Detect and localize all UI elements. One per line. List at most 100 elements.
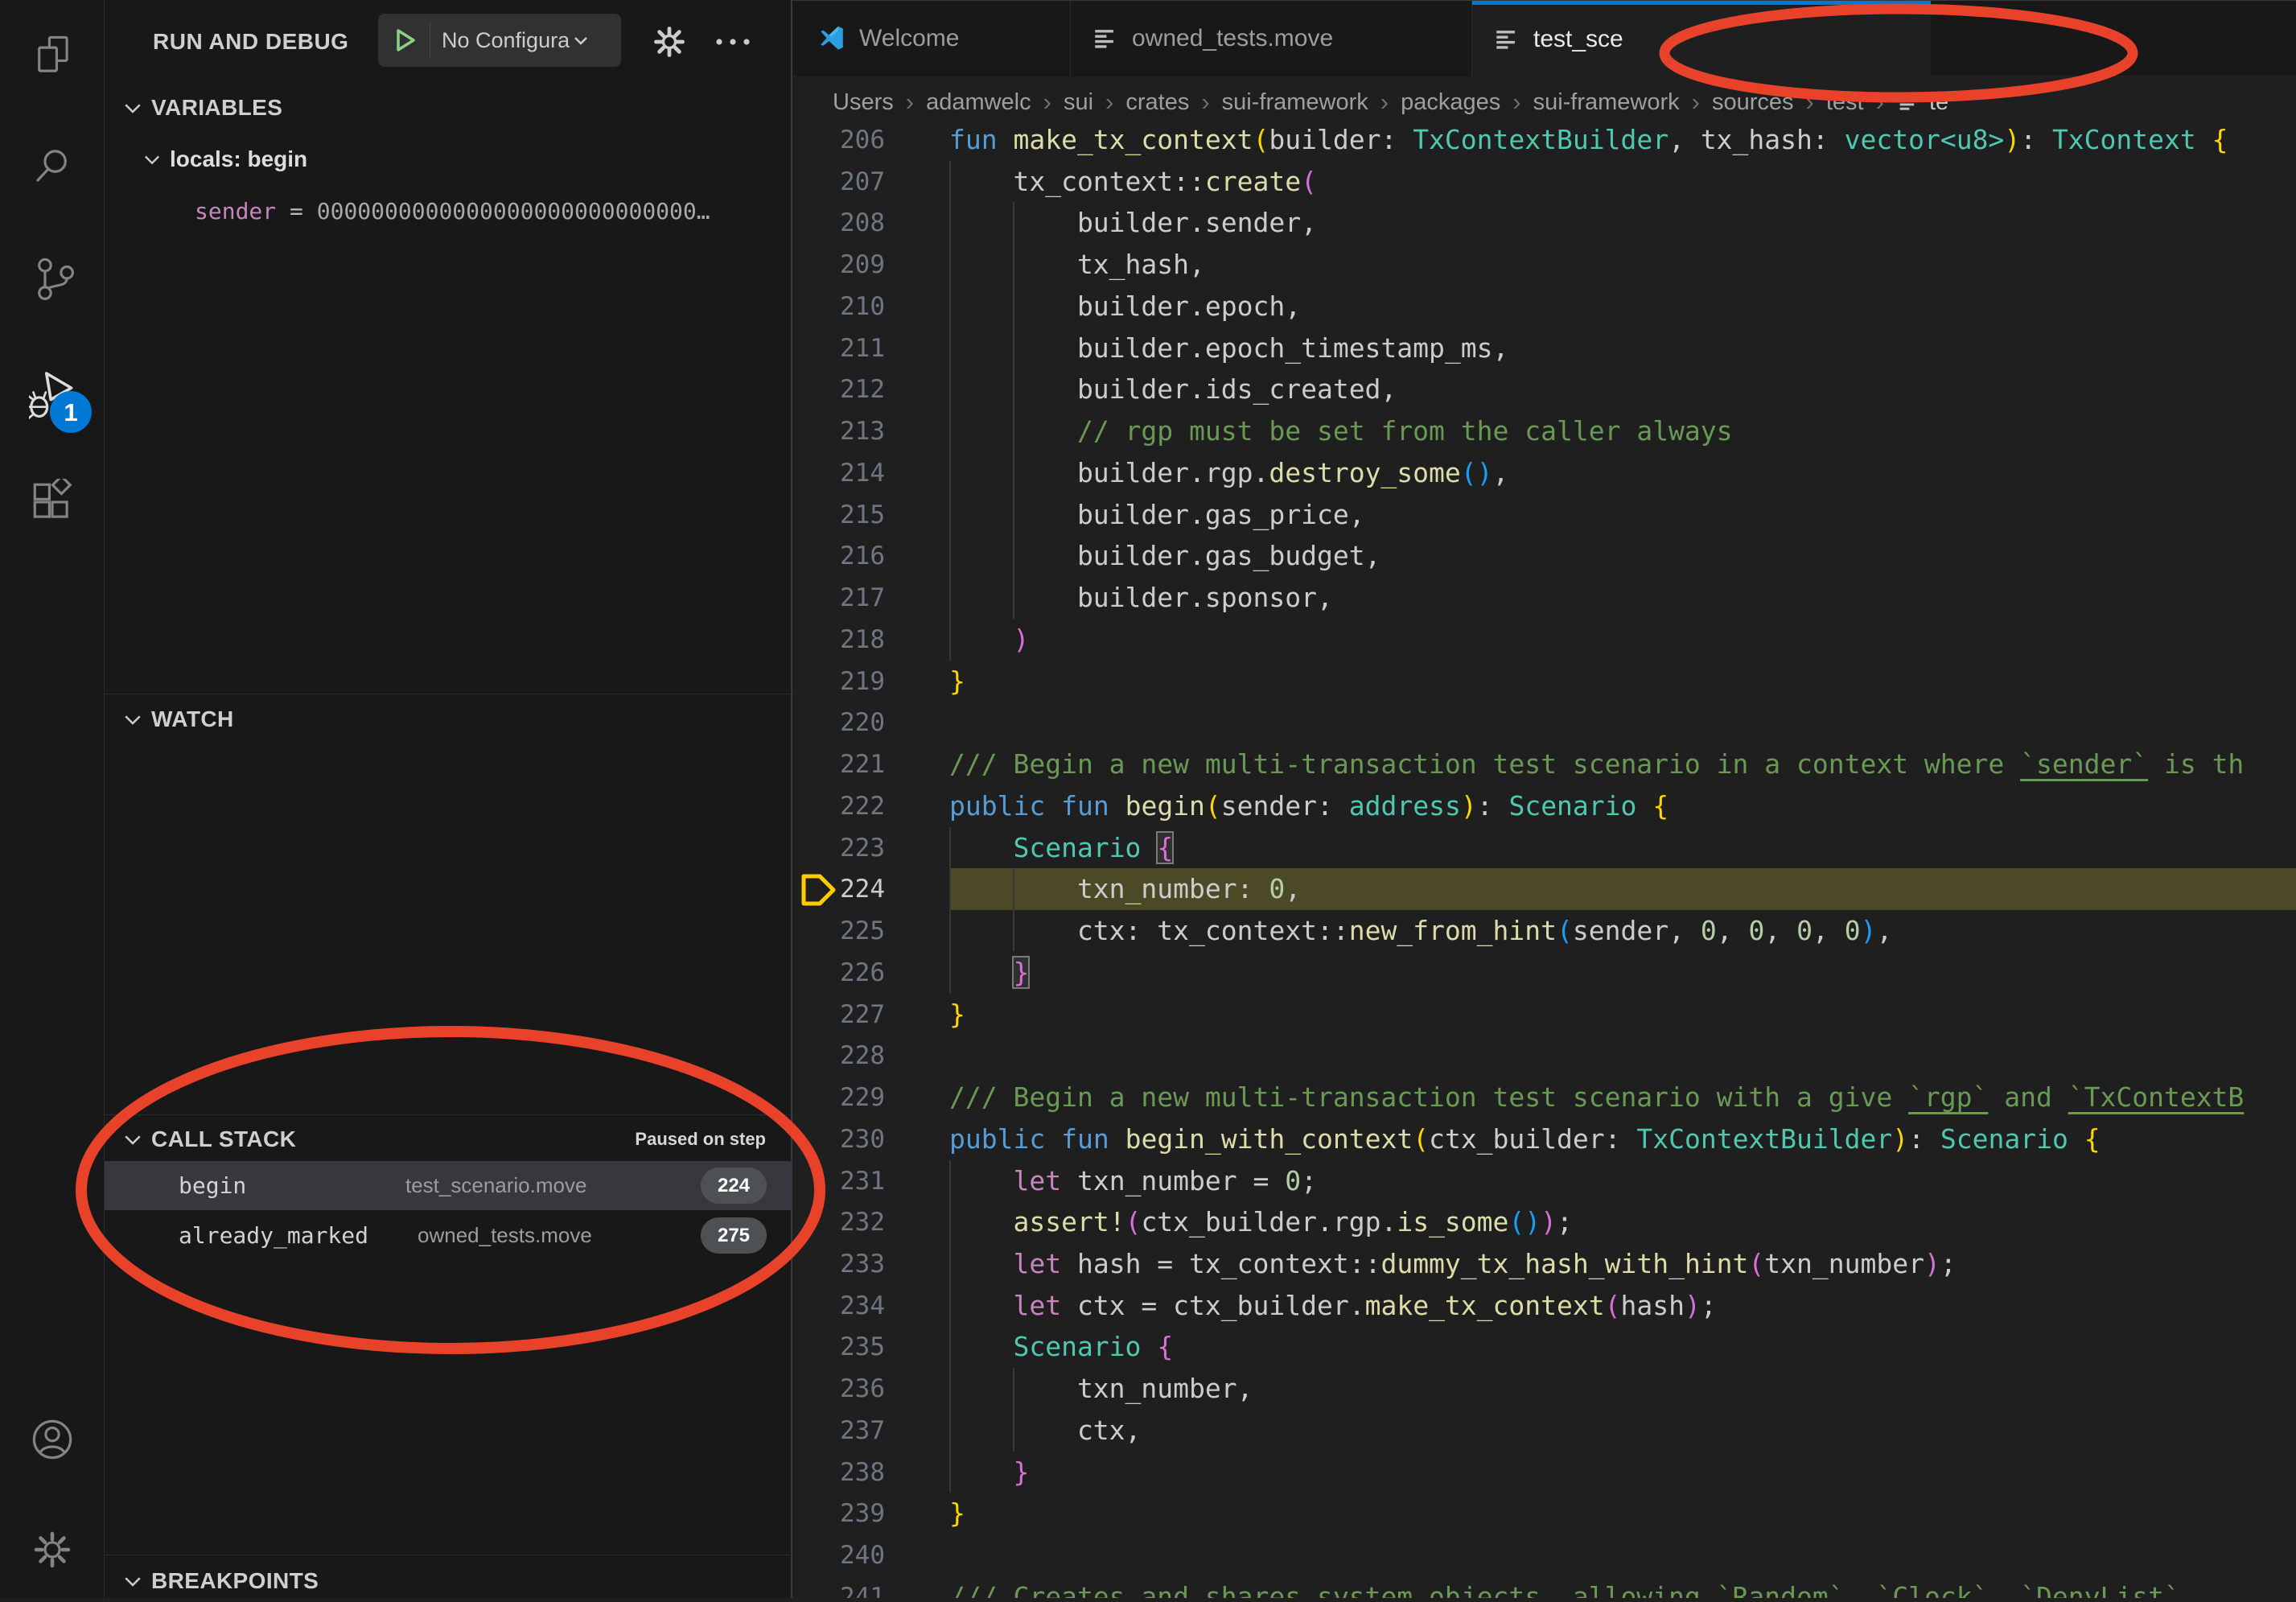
code-line[interactable]: 232 assert!(ctx_builder.rgp.is_some()); [792, 1201, 2296, 1243]
line-number[interactable]: 231 [792, 1160, 885, 1202]
call-stack-frame-already_marked[interactable]: already_markedowned_tests.move275 [105, 1211, 792, 1260]
code-line[interactable]: 219} [792, 661, 2296, 702]
code-line[interactable]: 237 ctx, [792, 1410, 2296, 1452]
code-line[interactable]: 233 let hash = tx_context::dummy_tx_hash… [792, 1243, 2296, 1285]
code-line[interactable]: 217 builder.sponsor, [792, 577, 2296, 619]
code-line[interactable]: 211 builder.epoch_timestamp_ms, [792, 327, 2296, 369]
code-line[interactable]: 229/// Begin a new multi-transaction tes… [792, 1077, 2296, 1118]
code-line[interactable]: 224 txn_number: 0, [792, 868, 2296, 910]
line-number[interactable]: 214 [792, 452, 885, 494]
watch-section-header[interactable]: WATCH [105, 698, 792, 740]
code-line[interactable]: 208 builder.sender, [792, 202, 2296, 244]
breadcrumb-item[interactable]: test [1826, 89, 1864, 116]
code-line[interactable]: 234 let ctx = ctx_builder.make_tx_contex… [792, 1285, 2296, 1327]
debug-config-dropdown[interactable]: No Configura [378, 14, 621, 67]
code-line[interactable]: 215 builder.gas_price, [792, 494, 2296, 536]
code-line[interactable]: 241/// Creates and shares system objects… [792, 1576, 2296, 1598]
line-number[interactable]: 229 [792, 1077, 885, 1118]
search-icon[interactable] [29, 142, 76, 189]
code-line[interactable]: 230public fun begin_with_context(ctx_bui… [792, 1118, 2296, 1160]
line-number[interactable]: 222 [792, 785, 885, 827]
code-line[interactable]: 207 tx_context::create( [792, 161, 2296, 203]
code-line[interactable]: 218 ) [792, 619, 2296, 661]
code-line[interactable]: 236 txn_number, [792, 1368, 2296, 1410]
breakpoints-section-header[interactable]: BREAKPOINTS [105, 1560, 792, 1602]
breadcrumb-item[interactable]: packages [1401, 89, 1500, 116]
code-line[interactable]: 212 builder.ids_created, [792, 369, 2296, 410]
line-number[interactable]: 232 [792, 1201, 885, 1243]
line-number[interactable]: 236 [792, 1368, 885, 1410]
line-number[interactable]: 215 [792, 494, 885, 536]
tab-owned-tests-move[interactable]: owned_tests.move [1071, 1, 1472, 76]
code-line[interactable]: 220 [792, 702, 2296, 743]
line-number[interactable]: 209 [792, 244, 885, 286]
line-number[interactable]: 226 [792, 952, 885, 994]
line-number[interactable]: 237 [792, 1410, 885, 1452]
breadcrumb-item[interactable]: adamwelc [926, 89, 1031, 116]
code-line[interactable]: 225 ctx: tx_context::new_from_hint(sende… [792, 910, 2296, 952]
variables-section-header[interactable]: VARIABLES [105, 87, 792, 129]
line-number[interactable]: 240 [792, 1534, 885, 1576]
code-line[interactable]: 223 Scenario { [792, 827, 2296, 869]
line-number[interactable]: 213 [792, 410, 885, 452]
breadcrumb-item[interactable]: Users [833, 89, 894, 116]
more-actions-icon[interactable] [713, 32, 755, 51]
breadcrumb-item[interactable]: sources [1712, 89, 1794, 116]
code-line[interactable]: 238 } [792, 1452, 2296, 1493]
code-line[interactable]: 214 builder.rgp.destroy_some(), [792, 452, 2296, 494]
debug-settings-gear-icon[interactable] [652, 24, 687, 60]
line-number[interactable]: 234 [792, 1285, 885, 1327]
breadcrumb-item[interactable]: sui-framework [1222, 89, 1368, 116]
line-number[interactable]: 210 [792, 286, 885, 327]
tab-welcome[interactable]: Welcome [796, 1, 1071, 76]
code-line[interactable]: 210 builder.epoch, [792, 286, 2296, 327]
line-number[interactable]: 235 [792, 1326, 885, 1368]
line-number[interactable]: 227 [792, 994, 885, 1036]
explorer-icon[interactable] [29, 33, 76, 80]
line-number[interactable]: 218 [792, 619, 885, 661]
line-number[interactable]: 223 [792, 827, 885, 869]
breadcrumb-item[interactable]: sui [1064, 89, 1093, 116]
call-stack-section-header[interactable]: CALL STACK Paused on step [105, 1118, 792, 1160]
breadcrumb[interactable]: Users›adamwelc›sui›crates›sui-framework›… [833, 77, 1948, 127]
line-number[interactable]: 221 [792, 743, 885, 785]
settings-gear-icon[interactable] [29, 1526, 76, 1573]
code-line[interactable]: 209 tx_hash, [792, 244, 2296, 286]
line-number[interactable]: 241 [792, 1576, 885, 1598]
accounts-icon[interactable] [29, 1416, 76, 1463]
source-control-icon[interactable] [29, 255, 76, 302]
line-number[interactable]: 219 [792, 661, 885, 702]
variable-row-sender[interactable]: sender = 0000000000000000000000000000… [195, 190, 710, 232]
line-number[interactable]: 233 [792, 1243, 885, 1285]
line-number[interactable]: 239 [792, 1493, 885, 1534]
code-line[interactable]: 213 // rgp must be set from the caller a… [792, 410, 2296, 452]
code-line[interactable]: 221/// Begin a new multi-transaction tes… [792, 743, 2296, 785]
line-number[interactable]: 208 [792, 202, 885, 244]
line-number[interactable]: 217 [792, 577, 885, 619]
code-line[interactable]: 227} [792, 994, 2296, 1036]
code-line[interactable]: 231 let txn_number = 0; [792, 1160, 2296, 1202]
code-line[interactable]: 235 Scenario { [792, 1326, 2296, 1368]
line-number[interactable]: 216 [792, 535, 885, 577]
code-line[interactable]: 240 [792, 1534, 2296, 1576]
code-line[interactable]: 216 builder.gas_budget, [792, 535, 2296, 577]
line-number[interactable]: 225 [792, 910, 885, 952]
locals-scope-row[interactable]: locals: begin [141, 138, 307, 180]
line-number[interactable]: 228 [792, 1035, 885, 1077]
line-number[interactable]: 220 [792, 702, 885, 743]
line-number[interactable]: 207 [792, 161, 885, 203]
start-debug-icon[interactable] [391, 27, 418, 54]
line-number[interactable]: 212 [792, 369, 885, 410]
extensions-icon[interactable] [29, 479, 76, 525]
code-line[interactable]: 226 } [792, 952, 2296, 994]
breadcrumb-file[interactable]: te [1929, 89, 1948, 116]
line-number[interactable]: 230 [792, 1118, 885, 1160]
code-line[interactable]: 222public fun begin(sender: address): Sc… [792, 785, 2296, 827]
line-number[interactable]: 211 [792, 327, 885, 369]
call-stack-frame-begin[interactable]: begintest_scenario.move224 [105, 1161, 792, 1210]
breadcrumb-item[interactable]: sui-framework [1533, 89, 1680, 116]
code-line[interactable]: 239} [792, 1493, 2296, 1534]
code-line[interactable]: 228 [792, 1035, 2296, 1077]
breadcrumb-item[interactable]: crates [1125, 89, 1189, 116]
tab-test-sce[interactable]: test_sce [1472, 1, 1931, 77]
